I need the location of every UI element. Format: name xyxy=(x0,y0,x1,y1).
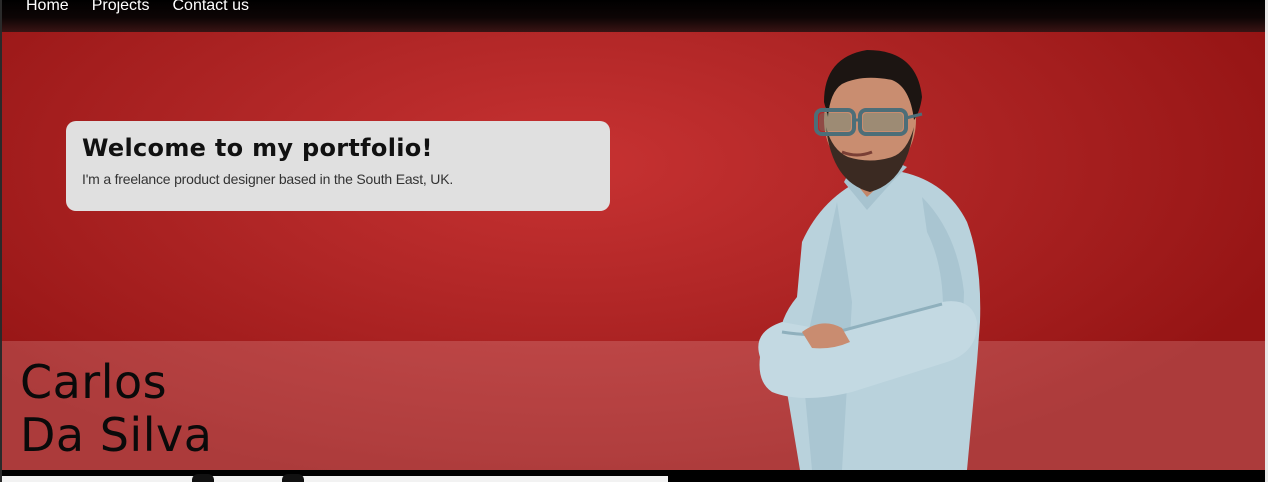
next-section-preview xyxy=(2,476,668,482)
welcome-text: I'm a freelance product designer based i… xyxy=(82,171,454,187)
nav-link-home[interactable]: Home xyxy=(26,0,69,16)
nav-link-projects[interactable]: Projects xyxy=(92,0,150,16)
page: Home Projects Contact us Welcome to my p… xyxy=(0,0,1268,482)
name-band: Carlos Da Silva xyxy=(2,341,1268,470)
nav-link-contact[interactable]: Contact us xyxy=(172,0,248,16)
hero-section: Welcome to my portfolio! I'm a freelance… xyxy=(2,32,1268,470)
next-section-graphic xyxy=(282,474,304,482)
name-first: Carlos xyxy=(20,355,168,409)
portrait-image xyxy=(758,50,981,470)
top-navbar: Home Projects Contact us xyxy=(2,0,1268,32)
name-last: Da Silva xyxy=(20,408,213,462)
welcome-title: Welcome to my portfolio! xyxy=(82,134,433,162)
welcome-card: Welcome to my portfolio! I'm a freelance… xyxy=(66,121,610,211)
next-section-graphic xyxy=(192,474,214,482)
